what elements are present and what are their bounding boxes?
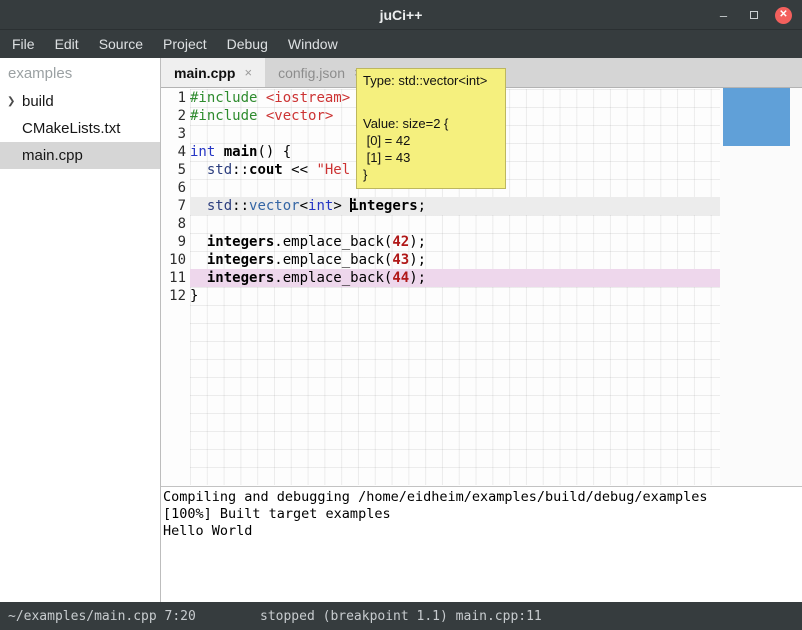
- line-number[interactable]: 2: [161, 107, 190, 125]
- tooltip-value-line: }: [363, 166, 499, 183]
- menu-item-file[interactable]: File: [2, 32, 45, 56]
- line-number[interactable]: 11: [161, 269, 190, 287]
- debug-value-tooltip: Type: std::vector<int> Value: size=2 { […: [356, 68, 506, 189]
- status-file-position: ~/examples/main.cpp 7:20: [8, 609, 196, 624]
- line-number[interactable]: 1: [161, 89, 190, 107]
- tree-item-label: CMakeLists.txt: [22, 120, 120, 137]
- tooltip-type-line: Type: std::vector<int>: [363, 72, 499, 89]
- line-number[interactable]: 12: [161, 287, 190, 305]
- minimap-strip: [720, 88, 802, 486]
- minimap-slider[interactable]: [723, 88, 790, 146]
- line-number[interactable]: 10: [161, 251, 190, 269]
- menu-item-edit[interactable]: Edit: [45, 32, 89, 56]
- tab-main-cpp[interactable]: main.cpp ×: [161, 58, 265, 87]
- line-number-gutter: 123456789101112: [161, 89, 190, 305]
- terminal-line: Compiling and debugging /home/eidheim/ex…: [163, 489, 802, 506]
- line-number[interactable]: 7: [161, 197, 190, 215]
- menu-item-debug[interactable]: Debug: [217, 32, 278, 56]
- tab-label: main.cpp: [174, 65, 235, 81]
- line-number[interactable]: 6: [161, 179, 190, 197]
- tree-item-label: main.cpp: [22, 147, 83, 164]
- tree-item-build[interactable]: ❯ build: [0, 88, 160, 115]
- code-line[interactable]: [190, 215, 720, 233]
- line-number[interactable]: 4: [161, 143, 190, 161]
- tree-item-cmakelists-txt[interactable]: CMakeLists.txt: [0, 115, 160, 142]
- app-window: juCi++ – ✕ FileEditSourceProjectDebugWin…: [0, 0, 802, 630]
- line-number[interactable]: 5: [161, 161, 190, 179]
- menu-item-window[interactable]: Window: [278, 32, 348, 56]
- tree-item-label: build: [22, 93, 54, 110]
- restore-button[interactable]: [745, 7, 762, 24]
- line-number[interactable]: 8: [161, 215, 190, 233]
- close-button[interactable]: ✕: [775, 7, 792, 24]
- tab-close-icon[interactable]: ×: [244, 65, 252, 80]
- menu-item-source[interactable]: Source: [89, 32, 153, 56]
- line-number[interactable]: 9: [161, 233, 190, 251]
- sidebar: examples ❯ build CMakeLists.txt main.cpp: [0, 58, 161, 602]
- menu-bar: FileEditSourceProjectDebugWindow: [0, 30, 802, 58]
- menu-item-project[interactable]: Project: [153, 32, 217, 56]
- restore-icon: [750, 11, 758, 19]
- tab-label: config.json: [278, 65, 345, 81]
- status-debug-state: stopped (breakpoint 1.1) main.cpp:11: [260, 609, 542, 624]
- code-line[interactable]: integers.emplace_back(42);: [190, 233, 720, 251]
- file-tree: ❯ build CMakeLists.txt main.cpp: [0, 88, 160, 169]
- tree-item-main-cpp[interactable]: main.cpp: [0, 142, 160, 169]
- title-bar[interactable]: juCi++ – ✕: [0, 0, 802, 30]
- tooltip-value-line: [1] = 43: [363, 149, 499, 166]
- expander-icon[interactable]: ❯: [7, 96, 15, 107]
- line-number[interactable]: 3: [161, 125, 190, 143]
- terminal-line: Hello World: [163, 523, 802, 540]
- window-controls: – ✕: [715, 0, 792, 30]
- code-line[interactable]: integers.emplace_back(43);: [190, 251, 720, 269]
- tooltip-value-line: Value: size=2 {: [363, 115, 499, 132]
- tooltip-value-block: Value: size=2 { [0] = 42 [1] = 43}: [363, 115, 499, 183]
- terminal-output[interactable]: Compiling and debugging /home/eidheim/ex…: [161, 486, 802, 602]
- code-line[interactable]: }: [190, 287, 720, 305]
- minimize-button[interactable]: –: [715, 7, 732, 24]
- project-name: examples: [0, 58, 160, 88]
- code-line[interactable]: integers.emplace_back(44);: [190, 269, 720, 287]
- window-title: juCi++: [380, 7, 423, 23]
- tooltip-value-line: [0] = 42: [363, 132, 499, 149]
- code-line[interactable]: std::vector<int> integers;: [190, 197, 720, 215]
- status-bar: ~/examples/main.cpp 7:20 stopped (breakp…: [0, 602, 802, 630]
- terminal-line: [100%] Built target examples: [163, 506, 802, 523]
